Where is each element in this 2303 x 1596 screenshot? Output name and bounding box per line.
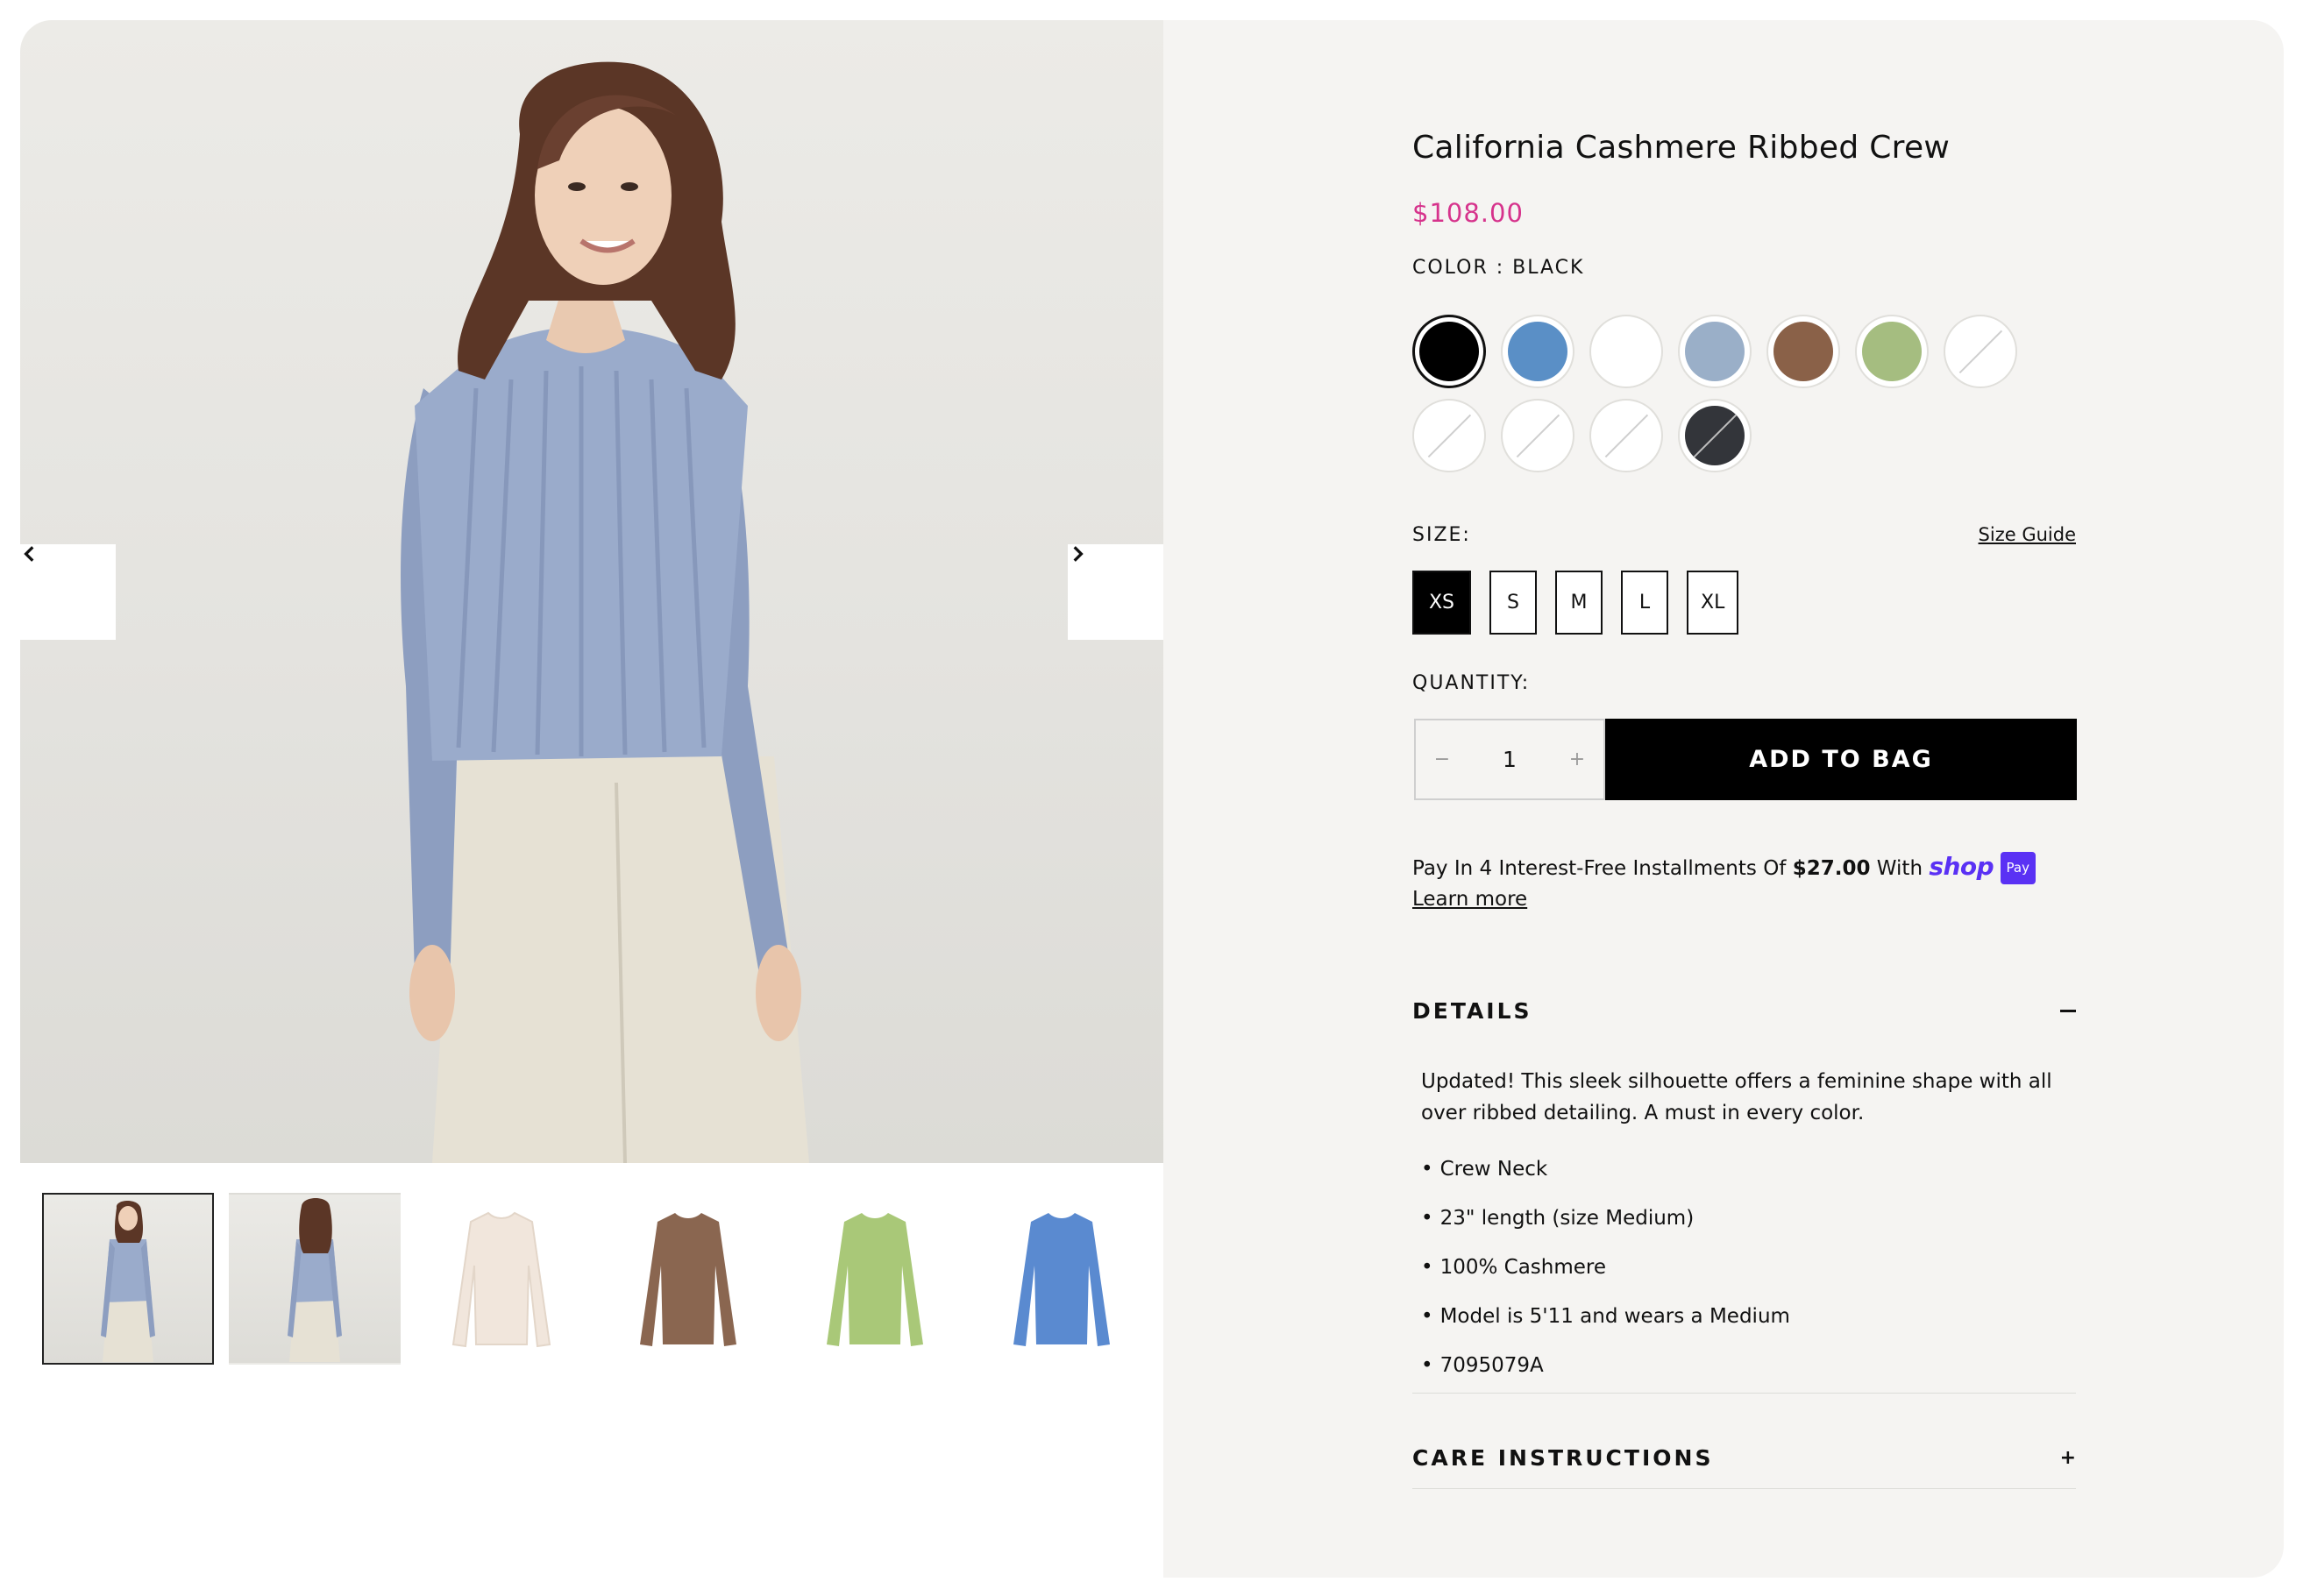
swatch-white-unavailable-1[interactable] (1944, 315, 2017, 388)
details-content: Updated! This sleek silhouette offers a … (1421, 1066, 2070, 1390)
product-title: California Cashmere Ribbed Crew (1412, 130, 1951, 166)
swatch-blue-color (1508, 322, 1567, 381)
swatch-unavailable-color (1685, 406, 1745, 465)
details-accordion-header[interactable]: DETAILS (1412, 998, 2076, 1024)
details-bullet: Model is 5'11 and wears a Medium (1421, 1292, 2070, 1341)
color-swatches (1412, 315, 2044, 472)
size-option-xs[interactable]: XS (1412, 571, 1471, 635)
size-option-s[interactable]: S (1489, 571, 1537, 635)
model-back-image (288, 1198, 342, 1362)
size-guide-link[interactable]: Size Guide (1979, 524, 2076, 545)
shop-pay-badge: Pay (2000, 852, 2036, 884)
chevron-right-icon (1073, 546, 1084, 562)
swatch-unavailable-color (1951, 322, 2010, 381)
details-bullet: 23" length (size Medium) (1421, 1194, 2070, 1243)
green-sweater-image (827, 1213, 923, 1346)
swatch-brown-color (1773, 322, 1833, 381)
size-options: XS S M L XL (1412, 571, 1739, 635)
model-front-image (101, 1201, 155, 1362)
swatch-light-blue[interactable] (1678, 315, 1752, 388)
thumbnail-model-front[interactable] (42, 1193, 214, 1365)
thumbnail-brown-sweater[interactable] (602, 1193, 774, 1365)
swatch-sage-color (1862, 322, 1922, 381)
details-bullet: 7095079A (1421, 1341, 2070, 1390)
swatch-brown[interactable] (1766, 315, 1840, 388)
next-image-button[interactable] (1068, 544, 1163, 640)
swatch-charcoal-unavailable[interactable] (1678, 399, 1752, 472)
details-list: Crew Neck 23" length (size Medium) 100% … (1421, 1145, 2070, 1390)
care-instructions-accordion-header[interactable]: CARE INSTRUCTIONS + (1412, 1445, 2076, 1471)
cream-sweater-image (451, 1211, 551, 1348)
details-bullet: Crew Neck (1421, 1145, 2070, 1194)
add-to-bag-button[interactable]: ADD TO BAG (1605, 719, 2077, 800)
care-instructions-title: CARE INSTRUCTIONS (1412, 1445, 1714, 1471)
color-label: COLOR : BLACK (1412, 257, 1585, 279)
brown-sweater-image (640, 1213, 736, 1346)
product-info-panel: California Cashmere Ribbed Crew $108.00 … (1163, 20, 2284, 1578)
quantity-stepper: − 1 + (1414, 719, 1605, 800)
swatch-white-unavailable-4[interactable] (1589, 399, 1663, 472)
swatch-unavailable-color (1596, 406, 1656, 465)
model-photo (401, 61, 809, 1163)
swatch-white[interactable] (1589, 315, 1663, 388)
swatch-unavailable-color (1419, 406, 1479, 465)
swatch-sage[interactable] (1855, 315, 1929, 388)
swatch-black-color (1419, 322, 1479, 381)
size-option-l[interactable]: L (1621, 571, 1668, 635)
swatch-unavailable-color (1508, 406, 1567, 465)
blue-sweater-image (1013, 1213, 1110, 1346)
swatch-black[interactable] (1412, 315, 1486, 388)
details-description: Updated! This sleek silhouette offers a … (1421, 1070, 2052, 1124)
swatch-blue[interactable] (1501, 315, 1574, 388)
previous-image-button[interactable] (20, 544, 116, 640)
thumbnail-cream-sweater[interactable] (416, 1193, 587, 1365)
details-bullet: 100% Cashmere (1421, 1243, 2070, 1292)
installments-prefix: Pay In 4 Interest-Free Installments Of (1412, 857, 1793, 880)
swatch-white-unavailable-2[interactable] (1412, 399, 1486, 472)
plus-icon: + (2059, 1447, 2076, 1469)
thumbnail-model-back[interactable] (229, 1193, 401, 1365)
product-page: California Cashmere Ribbed Crew $108.00 … (20, 20, 2284, 1578)
thumbnail-green-sweater[interactable] (789, 1193, 961, 1365)
details-title: DETAILS (1412, 998, 1532, 1024)
product-price: $108.00 (1412, 198, 1524, 228)
installments-suffix: With (1870, 857, 1930, 880)
main-product-image (20, 20, 1163, 1163)
thumbnail-strip (42, 1193, 1148, 1365)
swatch-white-color (1596, 322, 1656, 381)
quantity-value[interactable]: 1 (1503, 747, 1517, 772)
size-option-xl[interactable]: XL (1687, 571, 1739, 635)
minus-icon (2060, 1010, 2076, 1012)
installments-message: Pay In 4 Interest-Free Installments Of $… (1412, 851, 2044, 915)
size-option-m[interactable]: M (1555, 571, 1603, 635)
installments-amount: $27.00 (1792, 857, 1871, 880)
quantity-label: QUANTITY: (1412, 672, 1531, 694)
learn-more-link[interactable]: Learn more (1412, 888, 1527, 911)
swatch-light-blue-color (1685, 322, 1745, 381)
divider (1412, 1488, 2076, 1489)
chevron-left-icon (24, 546, 34, 562)
quantity-increment-button[interactable]: + (1567, 748, 1588, 770)
quantity-decrement-button[interactable]: − (1432, 748, 1453, 770)
size-label: SIZE: (1412, 524, 1471, 546)
swatch-white-unavailable-3[interactable] (1501, 399, 1574, 472)
shop-pay-logo: shop (1929, 852, 1994, 881)
divider (1412, 1393, 2076, 1394)
product-gallery (20, 20, 1163, 1578)
thumbnail-blue-sweater[interactable] (976, 1193, 1148, 1365)
